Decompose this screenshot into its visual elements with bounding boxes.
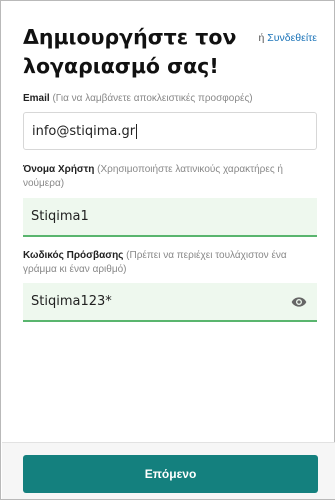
email-value: info@stiqima.gr bbox=[32, 123, 136, 139]
password-label-text: Κωδικός Πρόσβασης bbox=[23, 250, 124, 261]
page-title: Δημιουργήστε τον λογαριασμό σας! bbox=[23, 25, 237, 78]
password-value: Stiqima123* bbox=[31, 294, 112, 309]
email-label-text: Email bbox=[23, 93, 50, 104]
text-caret bbox=[136, 123, 138, 139]
email-field[interactable]: info@stiqima.gr bbox=[23, 112, 317, 150]
login-prefix: ή bbox=[258, 32, 265, 44]
signup-dialog: Δημιουργήστε τον λογαριασμό σας! ή Συνδε… bbox=[0, 0, 335, 500]
next-button[interactable]: Επόμενο bbox=[23, 455, 318, 493]
eye-icon[interactable] bbox=[291, 294, 307, 310]
password-field[interactable]: Stiqima123* bbox=[23, 283, 317, 322]
email-hint: (Για να λαμβάνετε αποκλειστικές προσφορέ… bbox=[52, 93, 253, 104]
password-label: Κωδικός Πρόσβασης (Πρέπει να περιέχει το… bbox=[23, 249, 318, 277]
username-field[interactable]: Stiqima1 bbox=[23, 198, 317, 237]
username-label: Όνομα Χρήστη (Χρησιμοποιήστε λατινικούς … bbox=[23, 163, 318, 191]
email-label: Email (Για να λαμβάνετε αποκλειστικές πρ… bbox=[23, 92, 318, 106]
login-link[interactable]: Συνδεθείτε bbox=[267, 32, 317, 44]
username-label-text: Όνομα Χρήστη bbox=[23, 164, 95, 175]
username-value: Stiqima1 bbox=[31, 209, 89, 224]
login-link-container: ή Συνδεθείτε bbox=[259, 32, 317, 44]
